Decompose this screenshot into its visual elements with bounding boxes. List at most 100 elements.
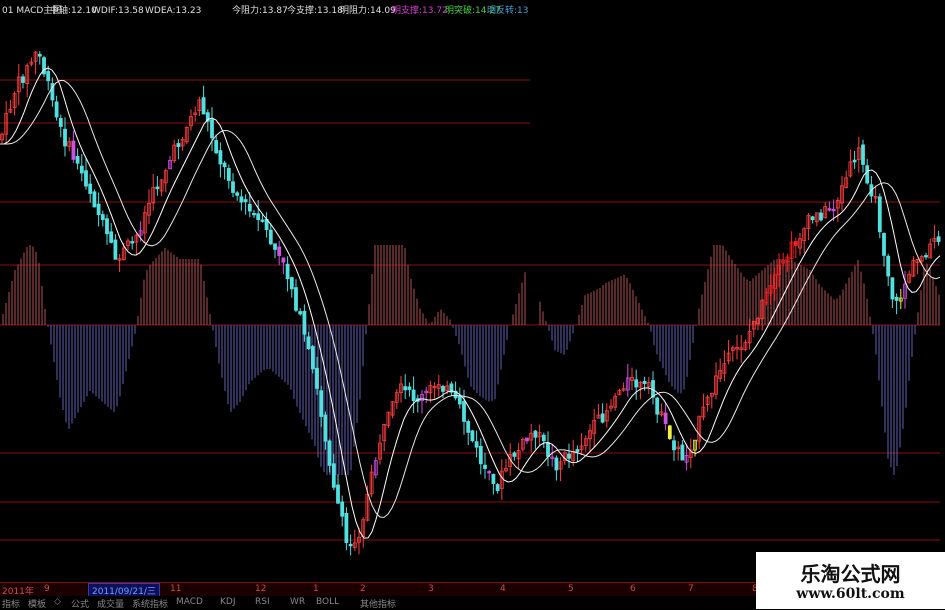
candle-body [810,216,815,221]
candle-body [155,186,160,190]
candle-body [105,218,109,235]
candlestick-chart [0,50,941,556]
axis-tick-label: 5 [568,584,574,594]
candle-body [403,386,408,391]
candle-body [315,367,319,389]
indicator-tab[interactable]: 模板 [28,597,46,610]
candle-body [344,513,349,543]
candle-body [672,440,676,451]
candle-body [214,140,219,154]
candle-body [827,208,832,211]
candle-body [277,246,282,257]
indicator-value: WDIF:13.58 [92,6,144,16]
candle-body [176,143,181,147]
candle-body [882,233,886,256]
candle-body [37,53,42,57]
candle-body [793,241,798,246]
candle-body [285,263,290,280]
indicator-value: 中轴:12.10 [50,6,97,16]
watermark-title: 乐淘公式网 [800,562,901,586]
candle-body [852,159,857,163]
indicator-tab[interactable]: 成交量 [97,597,124,610]
candle-body [348,543,353,547]
candle-body [894,296,899,301]
candle-body [680,444,685,461]
axis-tick-label: 6 [630,584,636,594]
candle-body [235,192,240,196]
candle-body [231,181,235,193]
candle-body [457,395,462,405]
axis-tick-label: 2 [360,584,366,594]
candle-body [546,442,550,457]
candle-body [495,484,500,492]
axis-tick-label: 9 [44,584,50,594]
indicator-header: 01 MACD主图 中轴:12.10 WDIF:13.58 WDEA:13.23 今阻力… [0,0,945,20]
indicator-tab[interactable]: BOLL [316,597,339,607]
candle-body [54,101,59,118]
indicator-tab[interactable]: KDJ [220,597,236,607]
indicator-tab[interactable]: RSI [255,597,270,607]
axis-tick-label: 12 [255,584,267,594]
candle-body [474,441,479,448]
indicator-value: 明反转:13 [487,6,529,16]
indicator-tab[interactable]: 公式 [71,597,89,610]
indicator-tab[interactable]: 指标 [2,597,20,610]
candle-body [84,170,88,187]
indicator-value: 今阻力:13.87 [232,6,288,16]
candle-body [470,430,475,442]
candle-body [567,453,571,459]
candle-body [890,277,895,300]
candle-body [260,219,265,222]
candle-body [642,380,647,384]
candle-body [407,386,412,390]
candle-body [533,430,538,438]
axis-tick-label: 7 [688,584,694,594]
axis-tick-label: 1 [313,584,319,594]
indicator-tab[interactable]: ◇ [54,597,61,607]
indicator-tab[interactable]: MACD [176,597,203,607]
candle-body [323,414,328,442]
candle-body [819,212,823,221]
candle-body [512,452,517,457]
candle-body [655,397,660,415]
candle-body [411,389,416,401]
candle-body [63,128,67,147]
candle-body [541,434,546,442]
candle-body [243,199,248,203]
candle-body [268,229,273,245]
watermark-url: www.60lt.com [796,586,905,602]
candle-body [294,287,298,311]
candle-body [302,310,307,335]
candle-body [210,119,214,139]
candle-body [861,144,865,165]
candle-body [226,168,231,181]
candle-body [331,463,336,488]
candle-body [865,165,870,184]
indicator-value: WDEA:13.23 [145,6,202,16]
indicator-value: 明阻力:14.09 [340,6,396,16]
indicator-tab[interactable]: 其他指标 [360,597,396,610]
indicator-tab[interactable]: 系统指标 [132,597,168,610]
candle-body [109,231,114,243]
candle-body [256,213,261,221]
candle-body [877,196,882,233]
candle-body [273,243,277,250]
candle-body [130,241,135,244]
candle-body [487,471,492,474]
candle-body [478,445,483,465]
candle-body [600,413,605,423]
candle-body [319,390,324,417]
candle-body [92,191,97,208]
candle-body [71,140,76,160]
candle-body [281,257,286,263]
candle-body [75,156,80,164]
candle-body [96,203,101,215]
candle-body [218,150,223,165]
indicator-tab[interactable]: WR [290,597,305,607]
axis-tick-label: 3 [428,584,434,594]
watermark-logo: 乐淘公式网 www.60lt.com [756,552,945,609]
candle-body [113,239,118,260]
candle-body [336,484,340,504]
candle-body [634,379,639,388]
candle-body [663,412,668,425]
